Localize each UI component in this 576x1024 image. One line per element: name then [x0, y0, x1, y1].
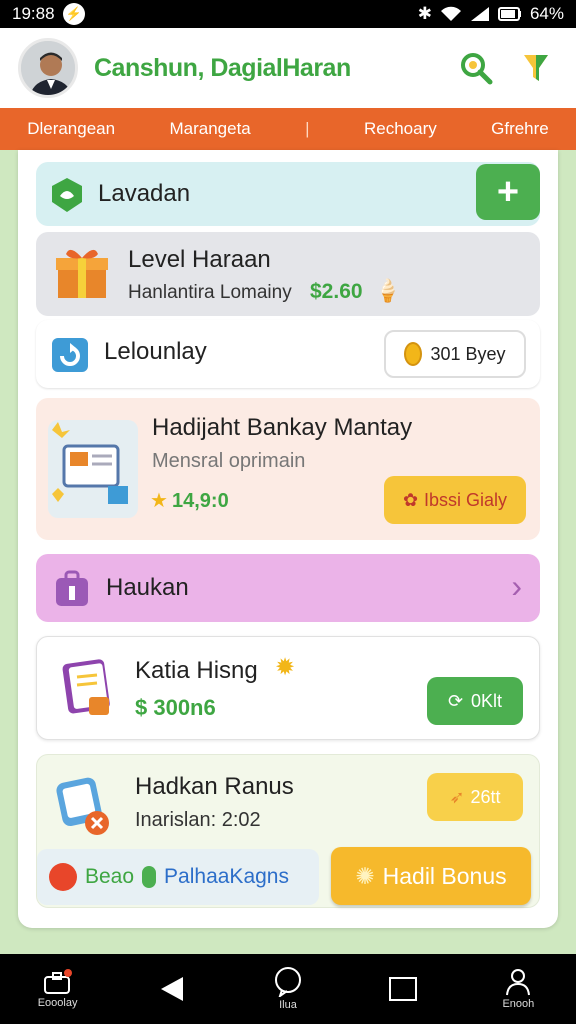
- sun-badge-icon: ✹: [275, 654, 296, 681]
- refresh-icon: [52, 338, 88, 372]
- hadil-bonus-button[interactable]: ✺ Hadil Bonus: [331, 847, 531, 905]
- profile-photo-icon: [21, 41, 75, 95]
- level-card[interactable]: Level Haraan Hanlantira Lomainy $2.60 🍦: [36, 232, 540, 316]
- funnel-icon: [524, 55, 548, 81]
- gift-icon: [49, 863, 77, 891]
- haukan-card[interactable]: Haukan ›: [36, 554, 540, 622]
- coin-count: 301 Byey: [430, 343, 506, 364]
- katia-action-label: 0Klt: [471, 690, 503, 711]
- tab-dlerangean[interactable]: Dlerangean: [27, 119, 115, 139]
- document-icon: [62, 659, 110, 715]
- hadijaht-title: Hadijaht Bankay Mantay: [152, 414, 413, 441]
- hadil-bonus-label: Hadil Bonus: [382, 862, 507, 889]
- nav-search-label: Ilua: [279, 999, 297, 1011]
- coin-icon: [404, 342, 423, 366]
- battery-icon: [497, 7, 521, 21]
- battery-level: 64%: [529, 4, 564, 23]
- ice-cream-icon: 🍦: [374, 278, 402, 303]
- filter-button[interactable]: [514, 46, 558, 90]
- level-amount: $2.60: [310, 280, 363, 303]
- haukan-title: Haukan: [106, 574, 189, 601]
- square-icon: [389, 977, 418, 1001]
- star-icon: ★: [150, 490, 168, 512]
- tab-marangeta[interactable]: Marangeta: [169, 119, 250, 139]
- add-button[interactable]: +: [476, 164, 540, 220]
- plus-icon: +: [496, 170, 520, 213]
- hadijaht-subtitle: Mensral oprimain: [152, 450, 306, 472]
- hadkan-action-button[interactable]: ➶ 26tt: [427, 773, 523, 821]
- gift-box-icon: [56, 249, 108, 298]
- tab-divider: |: [305, 119, 310, 138]
- person-icon: [506, 969, 531, 996]
- hadkan-title: Hadkan Ranus: [135, 773, 294, 800]
- receipt-icon: [56, 777, 109, 835]
- leloun-title: Lelounlay: [104, 338, 207, 365]
- laptop-icon: [52, 422, 128, 504]
- shield-icon: [52, 178, 82, 212]
- gear-icon: ✿: [402, 489, 419, 510]
- bottom-nav: Eooolay Ilua Enooh: [0, 954, 576, 1024]
- lavadan-card[interactable]: Lavadan +: [36, 162, 540, 226]
- bluetooth-icon: ✱: [417, 4, 432, 23]
- chevron-right-icon[interactable]: ›: [511, 568, 522, 605]
- status-bar: 19:88 ⚡ ✱ 64%: [0, 0, 576, 28]
- wifi-icon: [440, 6, 461, 21]
- tab-bar: Dlerangean Marangeta | Rechoary Gfrehre: [0, 108, 576, 150]
- hadijaht-stars: 14,9:0: [172, 490, 229, 512]
- tab-rechoary[interactable]: Rechoary: [364, 119, 437, 139]
- lavadan-title: Lavadan: [98, 180, 191, 207]
- hadijaht-action-label: Ibssi Gialy: [424, 489, 508, 510]
- level-subtitle: Hanlantira Lomainy: [128, 282, 292, 303]
- hadkan-subtitle: Inarislan: 2:02: [135, 809, 261, 831]
- coin-badge[interactable]: 301 Byey: [384, 330, 526, 378]
- chat-bubble-icon: [274, 967, 301, 997]
- signal-icon: [470, 7, 489, 21]
- leloun-card[interactable]: Lelounlay 301 Byey: [36, 320, 540, 388]
- search-icon: [461, 53, 493, 85]
- nav-back[interactable]: [133, 975, 213, 1003]
- bag-icon: [56, 570, 88, 606]
- chip-palhaakagns[interactable]: PalhaaKagns: [164, 865, 289, 889]
- katia-amount: $ 300n6: [135, 695, 216, 720]
- nav-search[interactable]: Ilua: [248, 967, 328, 1011]
- hadijaht-action-button[interactable]: ✿ Ibssi Gialy: [384, 476, 526, 524]
- main-panel: Lavadan + Level Haraan Hanlantira Lomain…: [18, 150, 558, 928]
- tab-gfrehre[interactable]: Gfrehre: [491, 119, 549, 139]
- avatar[interactable]: [18, 38, 78, 98]
- nav-profile-label: Enooh: [502, 998, 535, 1010]
- droplet-icon: [142, 866, 157, 888]
- notification-icon: ⚡: [62, 3, 85, 25]
- level-title: Level Haraan: [128, 246, 271, 273]
- refresh-icon: ⟳: [447, 690, 464, 711]
- katia-card[interactable]: Katia Hisng ✹ $ 300n6 ⟳ 0Klt: [36, 636, 540, 740]
- katia-action-button[interactable]: ⟳ 0Klt: [427, 677, 523, 725]
- search-button[interactable]: [454, 46, 498, 90]
- handshake-icon: ✺: [355, 862, 375, 889]
- status-time: 19:88: [12, 4, 55, 23]
- chip-row: Beao PalhaaKagns: [37, 849, 319, 905]
- toolbox-icon: [43, 969, 72, 994]
- hadijaht-illustration: [48, 420, 138, 518]
- app-title: Canshun, DagialHaran: [94, 53, 351, 82]
- chip-beao[interactable]: Beao: [85, 865, 134, 889]
- nav-recents[interactable]: [363, 976, 443, 1002]
- hadijaht-card[interactable]: Hadijaht Bankay Mantay Mensral oprimain …: [36, 398, 540, 540]
- hadkan-action-label: 26tt: [470, 786, 501, 807]
- nav-profile[interactable]: Enooh: [478, 968, 558, 1010]
- app-header: Canshun, DagialHaran: [0, 28, 576, 108]
- katia-title: Katia Hisng: [135, 657, 258, 684]
- nav-home[interactable]: Eooolay: [18, 969, 98, 1009]
- nav-home-label: Eooolay: [37, 997, 78, 1009]
- rocket-icon: ➶: [449, 786, 465, 807]
- hadkan-card[interactable]: Hadkan Ranus Inarislan: 2:02 ➶ 26tt Beao…: [36, 754, 540, 908]
- back-triangle-icon: [160, 977, 183, 1001]
